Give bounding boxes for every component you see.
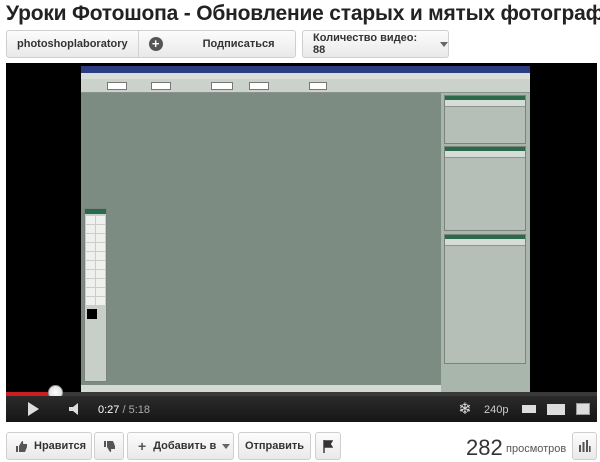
video-count-label: Количество видео: 88 xyxy=(313,32,418,56)
snowflake-button[interactable]: ❄ xyxy=(454,396,476,422)
current-time: 0:27 xyxy=(98,404,120,416)
fullscreen-icon xyxy=(576,403,590,415)
video-player[interactable]: 0:27 / 5:18 ❄ 240p xyxy=(6,63,597,422)
share-label: Отправить xyxy=(244,440,305,452)
player-controls: 0:27 / 5:18 ❄ 240p xyxy=(6,396,597,422)
app-scrollbar xyxy=(81,385,441,392)
app-field xyxy=(249,82,269,90)
flag-icon xyxy=(323,439,333,453)
app-layers-panel xyxy=(444,234,526,364)
app-history-panel xyxy=(444,146,526,231)
app-toolbox xyxy=(84,208,107,382)
video-frame xyxy=(81,66,530,392)
plus-icon: + xyxy=(138,438,147,454)
volume-button[interactable] xyxy=(64,396,88,422)
app-field xyxy=(211,82,233,90)
subscribe-label: Подписаться xyxy=(202,38,275,50)
play-button[interactable] xyxy=(20,396,46,422)
time-display: 0:27 / 5:18 xyxy=(98,404,150,416)
small-player-button[interactable] xyxy=(518,396,540,422)
thumbs-down-icon xyxy=(103,440,115,452)
dislike-button[interactable] xyxy=(94,432,124,460)
chevron-down-icon xyxy=(222,443,231,449)
quality-selector[interactable]: 240p xyxy=(484,404,508,416)
app-workspace xyxy=(81,93,441,385)
small-player-icon xyxy=(522,405,536,413)
app-field xyxy=(107,82,127,90)
app-title-bar xyxy=(81,66,530,73)
app-field xyxy=(309,82,327,90)
channel-name-link[interactable]: photoshoplaboratory xyxy=(7,38,138,50)
app-options-bar xyxy=(81,79,530,93)
app-navigator-panel xyxy=(444,95,526,144)
views-count: 282 xyxy=(466,435,503,460)
subscribe-button[interactable]: + Подписаться xyxy=(139,31,295,57)
large-player-button[interactable] xyxy=(544,396,568,422)
add-to-button[interactable]: + Добавить в xyxy=(127,432,234,460)
volume-icon xyxy=(69,403,78,415)
app-field xyxy=(151,82,171,90)
play-icon xyxy=(27,402,39,416)
like-label: Нравится xyxy=(34,440,87,452)
chevron-down-icon xyxy=(440,41,448,47)
channel-subscribe-group: photoshoplaboratory + Подписаться xyxy=(6,30,296,58)
like-button[interactable]: Нравится xyxy=(6,432,92,460)
flag-button[interactable] xyxy=(315,432,341,460)
add-to-label: Добавить в xyxy=(153,440,217,452)
views-label: просмотров xyxy=(506,443,567,455)
plus-icon: + xyxy=(148,37,163,51)
snowflake-icon: ❄ xyxy=(458,401,472,418)
duration: / 5:18 xyxy=(122,404,151,416)
thumbs-up-icon xyxy=(16,440,27,452)
share-button[interactable]: Отправить xyxy=(238,432,311,460)
stats-button[interactable] xyxy=(572,432,597,460)
video-count-dropdown[interactable]: Количество видео: 88 xyxy=(302,30,449,58)
video-title: Уроки Фотошопа - Обновление старых и мят… xyxy=(6,2,600,25)
stats-icon xyxy=(579,440,591,452)
fullscreen-button[interactable] xyxy=(572,396,594,422)
large-player-icon xyxy=(547,403,565,415)
